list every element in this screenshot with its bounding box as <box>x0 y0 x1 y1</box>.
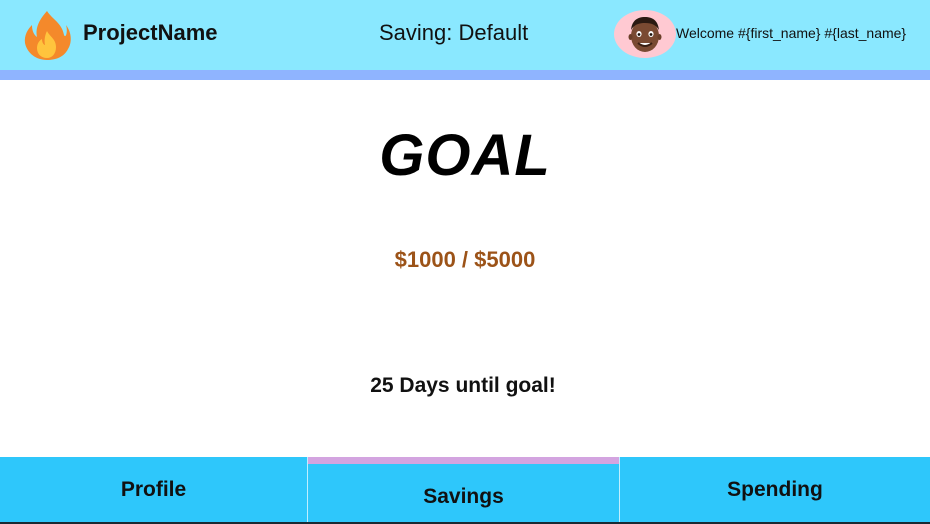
tab-spending[interactable]: Spending <box>620 457 930 522</box>
header-divider <box>0 70 930 80</box>
tab-profile[interactable]: Profile <box>0 457 307 522</box>
tab-spending-label: Spending <box>727 477 823 501</box>
tab-savings-label: Savings <box>423 484 504 508</box>
tab-savings[interactable]: Savings <box>308 457 619 522</box>
tab-profile-label: Profile <box>120 477 187 501</box>
top-header: ProjectName Saving: Default Welcome #{fi… <box>0 0 930 70</box>
app-root: ProjectName Saving: Default Welcome #{fi… <box>0 0 930 524</box>
goal-title: GOAL <box>379 123 551 188</box>
days-until-goal: 25 Days until goal! <box>370 374 556 397</box>
user-avatar-icon[interactable] <box>614 10 676 58</box>
bottom-nav: Profile Savings Spending <box>0 457 930 522</box>
project-name[interactable]: ProjectName <box>83 20 218 46</box>
goal-progress-amount: $1000 / $5000 <box>394 247 536 272</box>
welcome-text: Welcome #{first_name} #{last_name} <box>676 25 907 41</box>
saving-label: Saving: Default <box>379 20 529 45</box>
fire-icon <box>22 9 72 61</box>
